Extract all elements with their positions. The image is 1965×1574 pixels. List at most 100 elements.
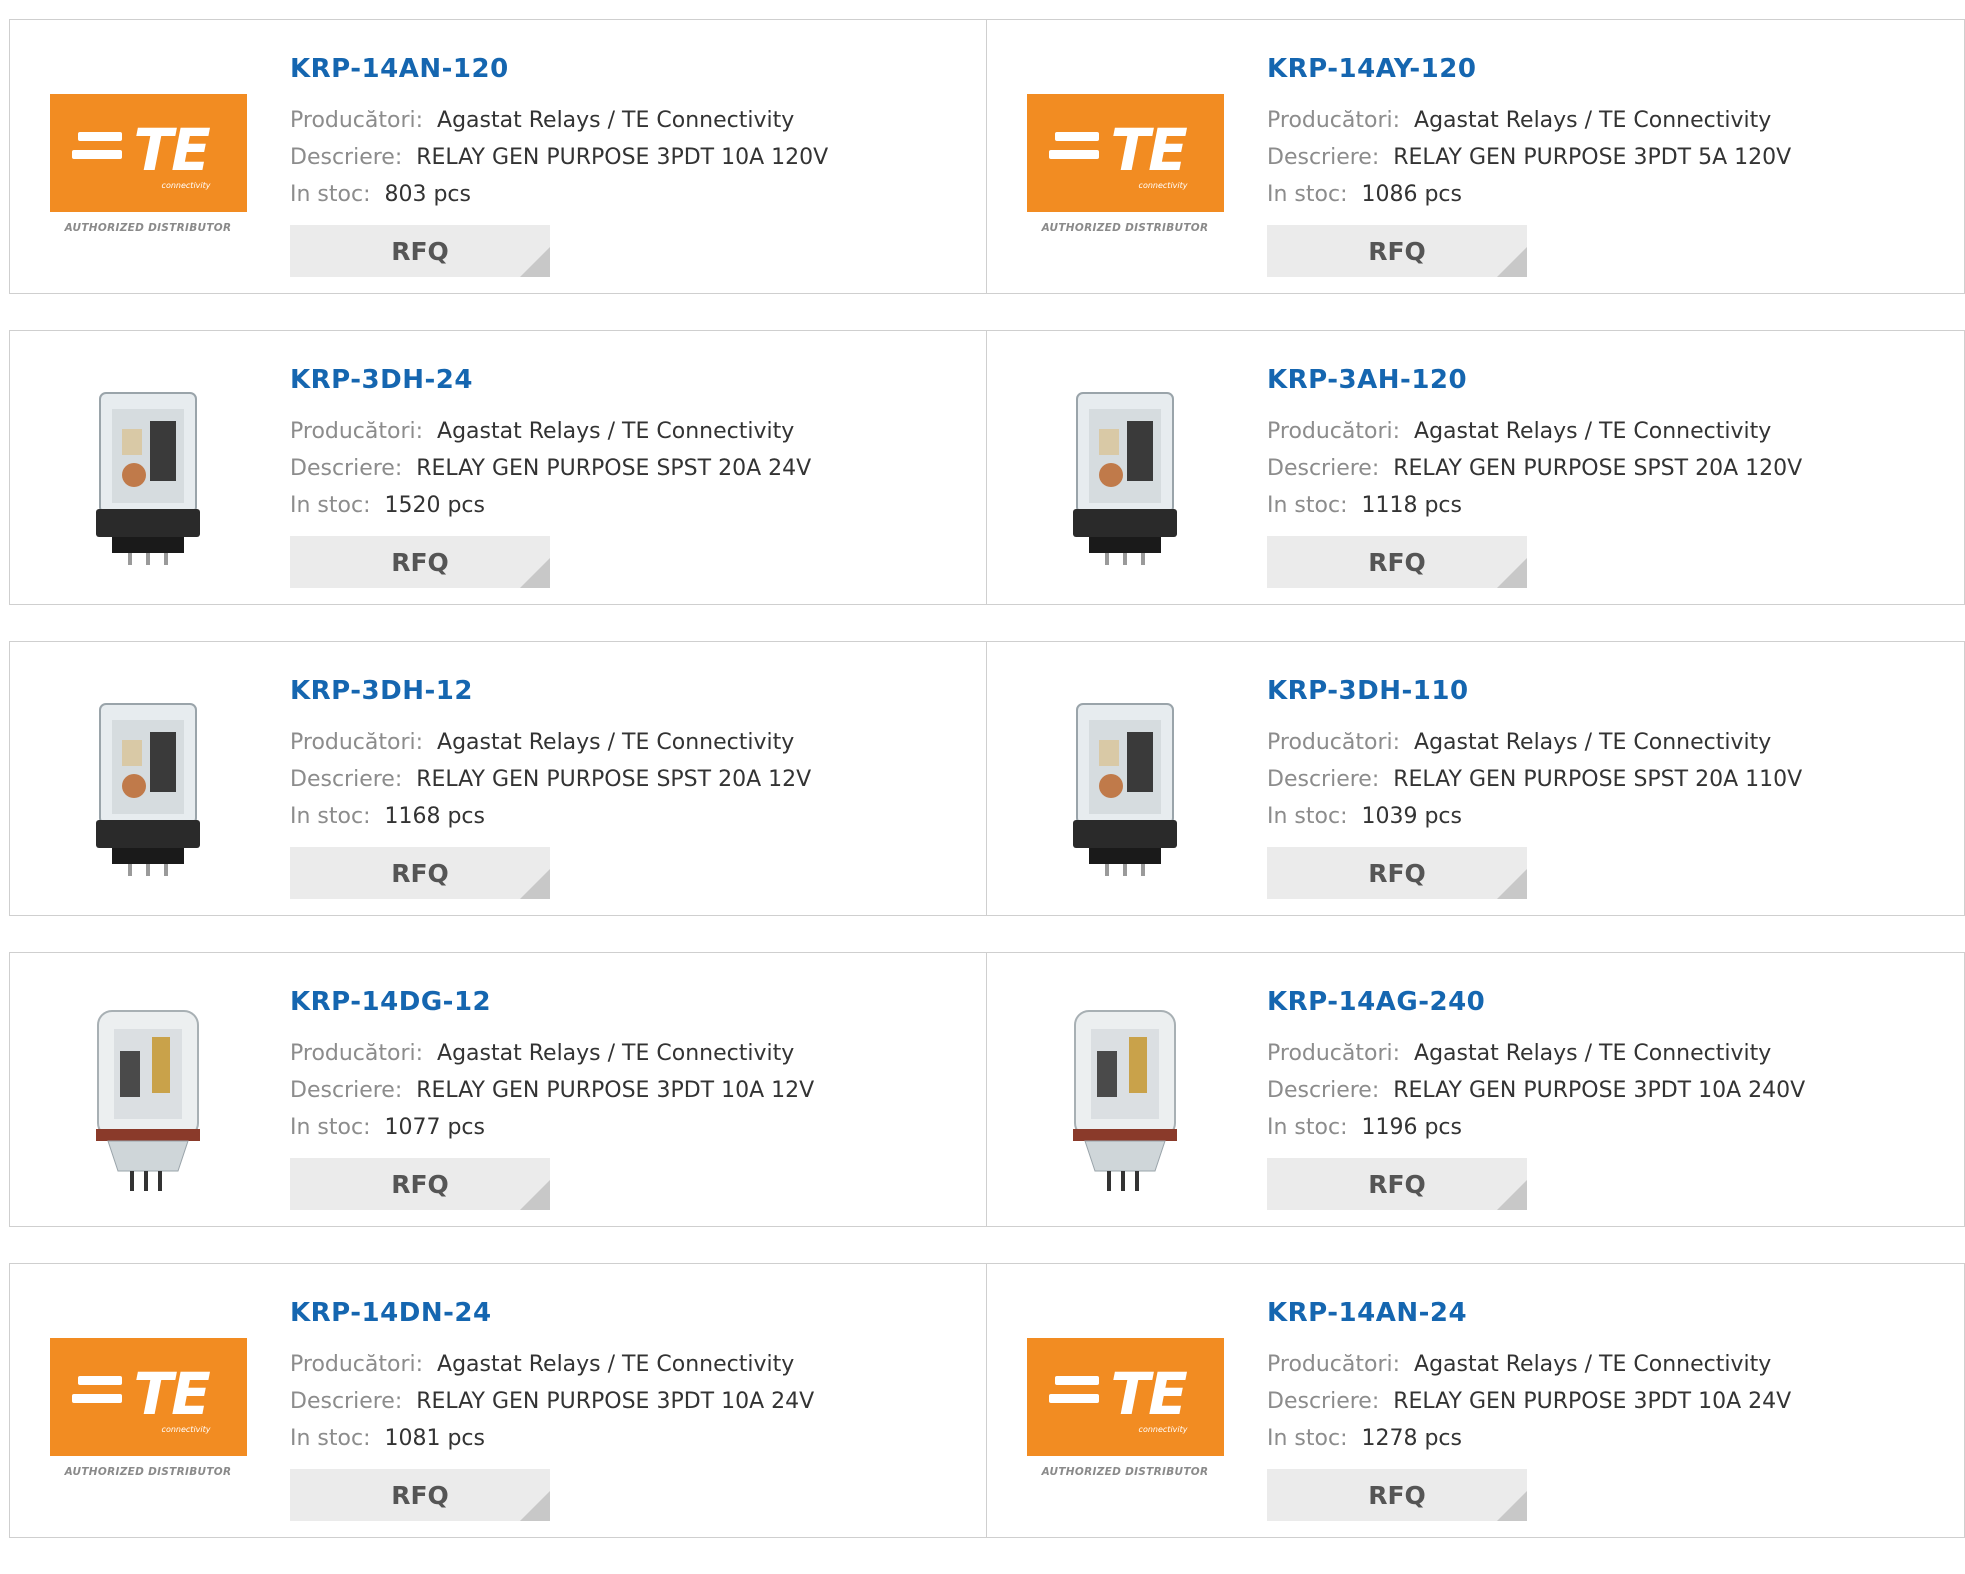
rfq-corner-decoration — [520, 869, 550, 899]
product-image[interactable] — [48, 379, 248, 579]
rfq-button[interactable]: RFQ — [1267, 1158, 1527, 1210]
rfq-button[interactable]: RFQ — [290, 1469, 550, 1521]
te-logo-box: TE connectivity — [49, 1338, 247, 1456]
rfq-label: RFQ — [1368, 547, 1426, 577]
rfq-button[interactable]: RFQ — [1267, 225, 1527, 277]
manufacturer-value: Agastat Relays / TE Connectivity — [437, 1352, 795, 1377]
stock-label: In stoc: — [290, 182, 371, 207]
description-row: Descriere: RELAY GEN PURPOSE SPST 20A 110… — [1267, 761, 1802, 798]
stock-value: 803 pcs — [384, 182, 471, 207]
description-value: RELAY GEN PURPOSE SPST 20A 110V — [1393, 767, 1803, 792]
manufacturer-value: Agastat Relays / TE Connectivity — [1414, 108, 1772, 133]
manufacturer-label: Producători: — [290, 730, 424, 755]
relay-square-icon — [1073, 703, 1177, 876]
product-part-link[interactable]: KRP-14DN-24 — [290, 1296, 814, 1330]
description-label: Descriere: — [1267, 1078, 1380, 1103]
manufacturer-value: Agastat Relays / TE Connectivity — [437, 1041, 795, 1066]
manufacturer-row: Producători: Agastat Relays / TE Connecti… — [1267, 102, 1791, 139]
product-part-link[interactable]: KRP-3AH-120 — [1267, 363, 1802, 397]
manufacturer-label: Producători: — [290, 1352, 424, 1377]
manufacturer-value: Agastat Relays / TE Connectivity — [437, 419, 795, 444]
product-part-link[interactable]: KRP-3DH-12 — [290, 674, 811, 708]
product-part-link[interactable]: KRP-14DG-12 — [290, 985, 814, 1019]
te-logo-lines — [1048, 132, 1099, 168]
product-image[interactable] — [48, 690, 248, 890]
product-part-link[interactable]: KRP-3DH-110 — [1267, 674, 1802, 708]
product-info: KRP-3DH-110 Producători: Agastat Relays /… — [1267, 674, 1802, 899]
stock-row: In stoc: 803 pcs — [290, 176, 828, 213]
stock-label: In stoc: — [1267, 804, 1348, 829]
te-connectivity-logo: TE connectivity AUTHORIZED DISTRIBUTOR — [49, 1338, 247, 1486]
te-logo-word: TE — [1110, 116, 1188, 184]
product-part-link[interactable]: KRP-14AN-24 — [1267, 1296, 1791, 1330]
stock-row: In stoc: 1077 pcs — [290, 1109, 814, 1146]
rfq-button[interactable]: RFQ — [290, 1158, 550, 1210]
stock-value: 1086 pcs — [1361, 182, 1462, 207]
stock-row: In stoc: 1278 pcs — [1267, 1420, 1791, 1457]
te-logo-box: TE connectivity — [1026, 94, 1224, 212]
te-logo-sub: connectivity — [1138, 181, 1188, 190]
stock-value: 1081 pcs — [384, 1426, 485, 1451]
rfq-button[interactable]: RFQ — [1267, 536, 1527, 588]
manufacturer-label: Producători: — [290, 419, 424, 444]
product-image[interactable]: TE connectivity AUTHORIZED DISTRIBUTOR — [48, 68, 248, 268]
product-part-link[interactable]: KRP-14AG-240 — [1267, 985, 1805, 1019]
rfq-button[interactable]: RFQ — [290, 225, 550, 277]
authorized-distributor-text: AUTHORIZED DISTRIBUTOR — [64, 222, 232, 234]
product-image[interactable]: TE connectivity AUTHORIZED DISTRIBUTOR — [48, 1312, 248, 1512]
product-info: KRP-14AG-240 Producători: Agastat Relays … — [1267, 985, 1805, 1210]
rfq-label: RFQ — [391, 547, 449, 577]
rfq-corner-decoration — [520, 247, 550, 277]
product-info: KRP-14DN-24 Producători: Agastat Relays /… — [290, 1296, 814, 1521]
product-row: KRP-3DH-24 Producători: Agastat Relays / … — [9, 330, 1965, 605]
stock-row: In stoc: 1520 pcs — [290, 487, 811, 524]
rfq-button[interactable]: RFQ — [1267, 847, 1527, 899]
manufacturer-row: Producători: Agastat Relays / TE Connecti… — [1267, 1346, 1791, 1383]
rfq-label: RFQ — [391, 858, 449, 888]
te-logo-box: TE connectivity — [1026, 1338, 1224, 1456]
description-label: Descriere: — [1267, 1389, 1380, 1414]
rfq-button[interactable]: RFQ — [290, 536, 550, 588]
product-image[interactable] — [1025, 379, 1225, 579]
stock-row: In stoc: 1118 pcs — [1267, 487, 1802, 524]
te-logo-lines — [71, 132, 122, 168]
stock-label: In stoc: — [290, 1115, 371, 1140]
relay-square-icon — [96, 392, 200, 565]
product-image[interactable] — [1025, 1001, 1225, 1201]
te-logo-sub: connectivity — [1138, 1425, 1188, 1434]
product-info: KRP-14AY-120 Producători: Agastat Relays … — [1267, 52, 1791, 277]
product-card: KRP-14DG-12 Producători: Agastat Relays /… — [9, 952, 987, 1227]
manufacturer-row: Producători: Agastat Relays / TE Connecti… — [290, 724, 811, 761]
rfq-label: RFQ — [391, 1169, 449, 1199]
stock-row: In stoc: 1081 pcs — [290, 1420, 814, 1457]
product-image[interactable] — [1025, 690, 1225, 890]
product-grid: TE connectivity AUTHORIZED DISTRIBUTOR K… — [9, 19, 1965, 1574]
rfq-button[interactable]: RFQ — [1267, 1469, 1527, 1521]
stock-row: In stoc: 1086 pcs — [1267, 176, 1791, 213]
stock-label: In stoc: — [290, 493, 371, 518]
product-part-link[interactable]: KRP-14AN-120 — [290, 52, 828, 86]
product-card: KRP-3DH-12 Producători: Agastat Relays / … — [9, 641, 987, 916]
product-card: TE connectivity AUTHORIZED DISTRIBUTOR K… — [9, 1263, 987, 1538]
product-info: KRP-3AH-120 Producători: Agastat Relays /… — [1267, 363, 1802, 588]
manufacturer-row: Producători: Agastat Relays / TE Connecti… — [290, 1035, 814, 1072]
manufacturer-label: Producători: — [1267, 108, 1401, 133]
manufacturer-row: Producători: Agastat Relays / TE Connecti… — [1267, 413, 1802, 450]
description-row: Descriere: RELAY GEN PURPOSE SPST 20A 24V — [290, 450, 811, 487]
product-image[interactable]: TE connectivity AUTHORIZED DISTRIBUTOR — [1025, 68, 1225, 268]
stock-label: In stoc: — [1267, 1426, 1348, 1451]
relay-square-icon — [96, 703, 200, 876]
description-row: Descriere: RELAY GEN PURPOSE 3PDT 10A 24V — [1267, 1383, 1791, 1420]
stock-row: In stoc: 1196 pcs — [1267, 1109, 1805, 1146]
description-label: Descriere: — [1267, 767, 1380, 792]
product-card: TE connectivity AUTHORIZED DISTRIBUTOR K… — [9, 19, 987, 294]
te-logo-lines — [71, 1376, 122, 1412]
manufacturer-label: Producători: — [290, 1041, 424, 1066]
product-image[interactable]: TE connectivity AUTHORIZED DISTRIBUTOR — [1025, 1312, 1225, 1512]
te-connectivity-logo: TE connectivity AUTHORIZED DISTRIBUTOR — [49, 94, 247, 242]
product-row: TE connectivity AUTHORIZED DISTRIBUTOR K… — [9, 1263, 1965, 1538]
product-part-link[interactable]: KRP-3DH-24 — [290, 363, 811, 397]
product-part-link[interactable]: KRP-14AY-120 — [1267, 52, 1791, 86]
product-image[interactable] — [48, 1001, 248, 1201]
rfq-button[interactable]: RFQ — [290, 847, 550, 899]
